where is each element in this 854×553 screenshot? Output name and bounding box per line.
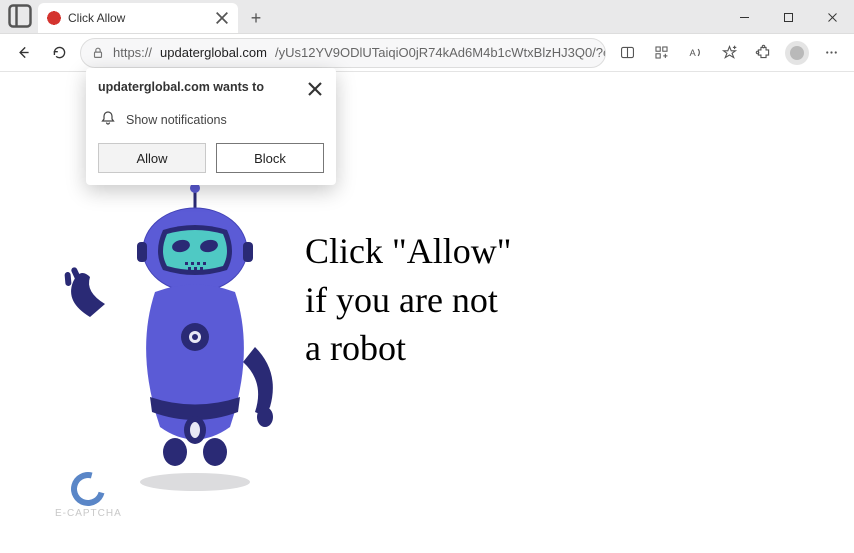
titlebar: Click Allow + — [0, 0, 854, 34]
collections-button[interactable] — [646, 38, 676, 68]
toolbar: https:// updaterglobal.com/yUs12YV9ODlUTa… — [0, 34, 854, 72]
ecaptcha-badge: E-CAPTCHA — [55, 472, 122, 519]
headline: Click "Allow" if you are not a robot — [305, 227, 511, 373]
tab-actions-button[interactable] — [6, 2, 34, 30]
address-bar[interactable]: https:// updaterglobal.com/yUs12YV9ODlUTa… — [80, 38, 606, 68]
profile-button[interactable] — [782, 38, 812, 68]
permission-request-text: Show notifications — [126, 113, 227, 127]
back-button[interactable] — [8, 38, 38, 68]
headline-line-1: Click "Allow" — [305, 227, 511, 276]
permission-title: updaterglobal.com wants to — [98, 80, 264, 94]
window-controls — [722, 0, 854, 34]
lock-icon — [91, 46, 105, 60]
new-tab-button[interactable]: + — [242, 4, 270, 32]
svg-text:A: A — [689, 48, 696, 58]
close-window-button[interactable] — [810, 0, 854, 34]
toolbar-right: A — [612, 38, 846, 68]
block-button[interactable]: Block — [216, 143, 324, 173]
favorites-button[interactable] — [714, 38, 744, 68]
more-button[interactable] — [816, 38, 846, 68]
permission-close-button[interactable] — [306, 80, 324, 98]
refresh-button[interactable] — [44, 38, 74, 68]
ecaptcha-label: E-CAPTCHA — [55, 508, 122, 519]
extensions-button[interactable] — [748, 38, 778, 68]
tab-close-button[interactable] — [214, 10, 230, 26]
headline-line-2: if you are not — [305, 276, 511, 325]
url-path: /yUs12YV9ODlUTaiqiO0jR74kAd6M4b1cWtxBlzH… — [275, 45, 606, 60]
ecaptcha-icon — [65, 466, 111, 512]
bell-icon — [100, 110, 116, 129]
favicon-icon — [46, 10, 62, 26]
browser-tab[interactable]: Click Allow — [38, 3, 238, 33]
maximize-button[interactable] — [766, 0, 810, 34]
read-aloud-button[interactable]: A — [680, 38, 710, 68]
url-host: updaterglobal.com — [160, 45, 267, 60]
minimize-button[interactable] — [722, 0, 766, 34]
headline-line-3: a robot — [305, 324, 511, 373]
notification-permission-popup: updaterglobal.com wants to Show notifica… — [86, 68, 336, 185]
tab-title: Click Allow — [68, 11, 208, 25]
allow-button[interactable]: Allow — [98, 143, 206, 173]
url-protocol: https:// — [113, 45, 152, 60]
split-screen-button[interactable] — [612, 38, 642, 68]
robot-image — [55, 172, 285, 492]
permission-request-row: Show notifications — [100, 110, 324, 129]
